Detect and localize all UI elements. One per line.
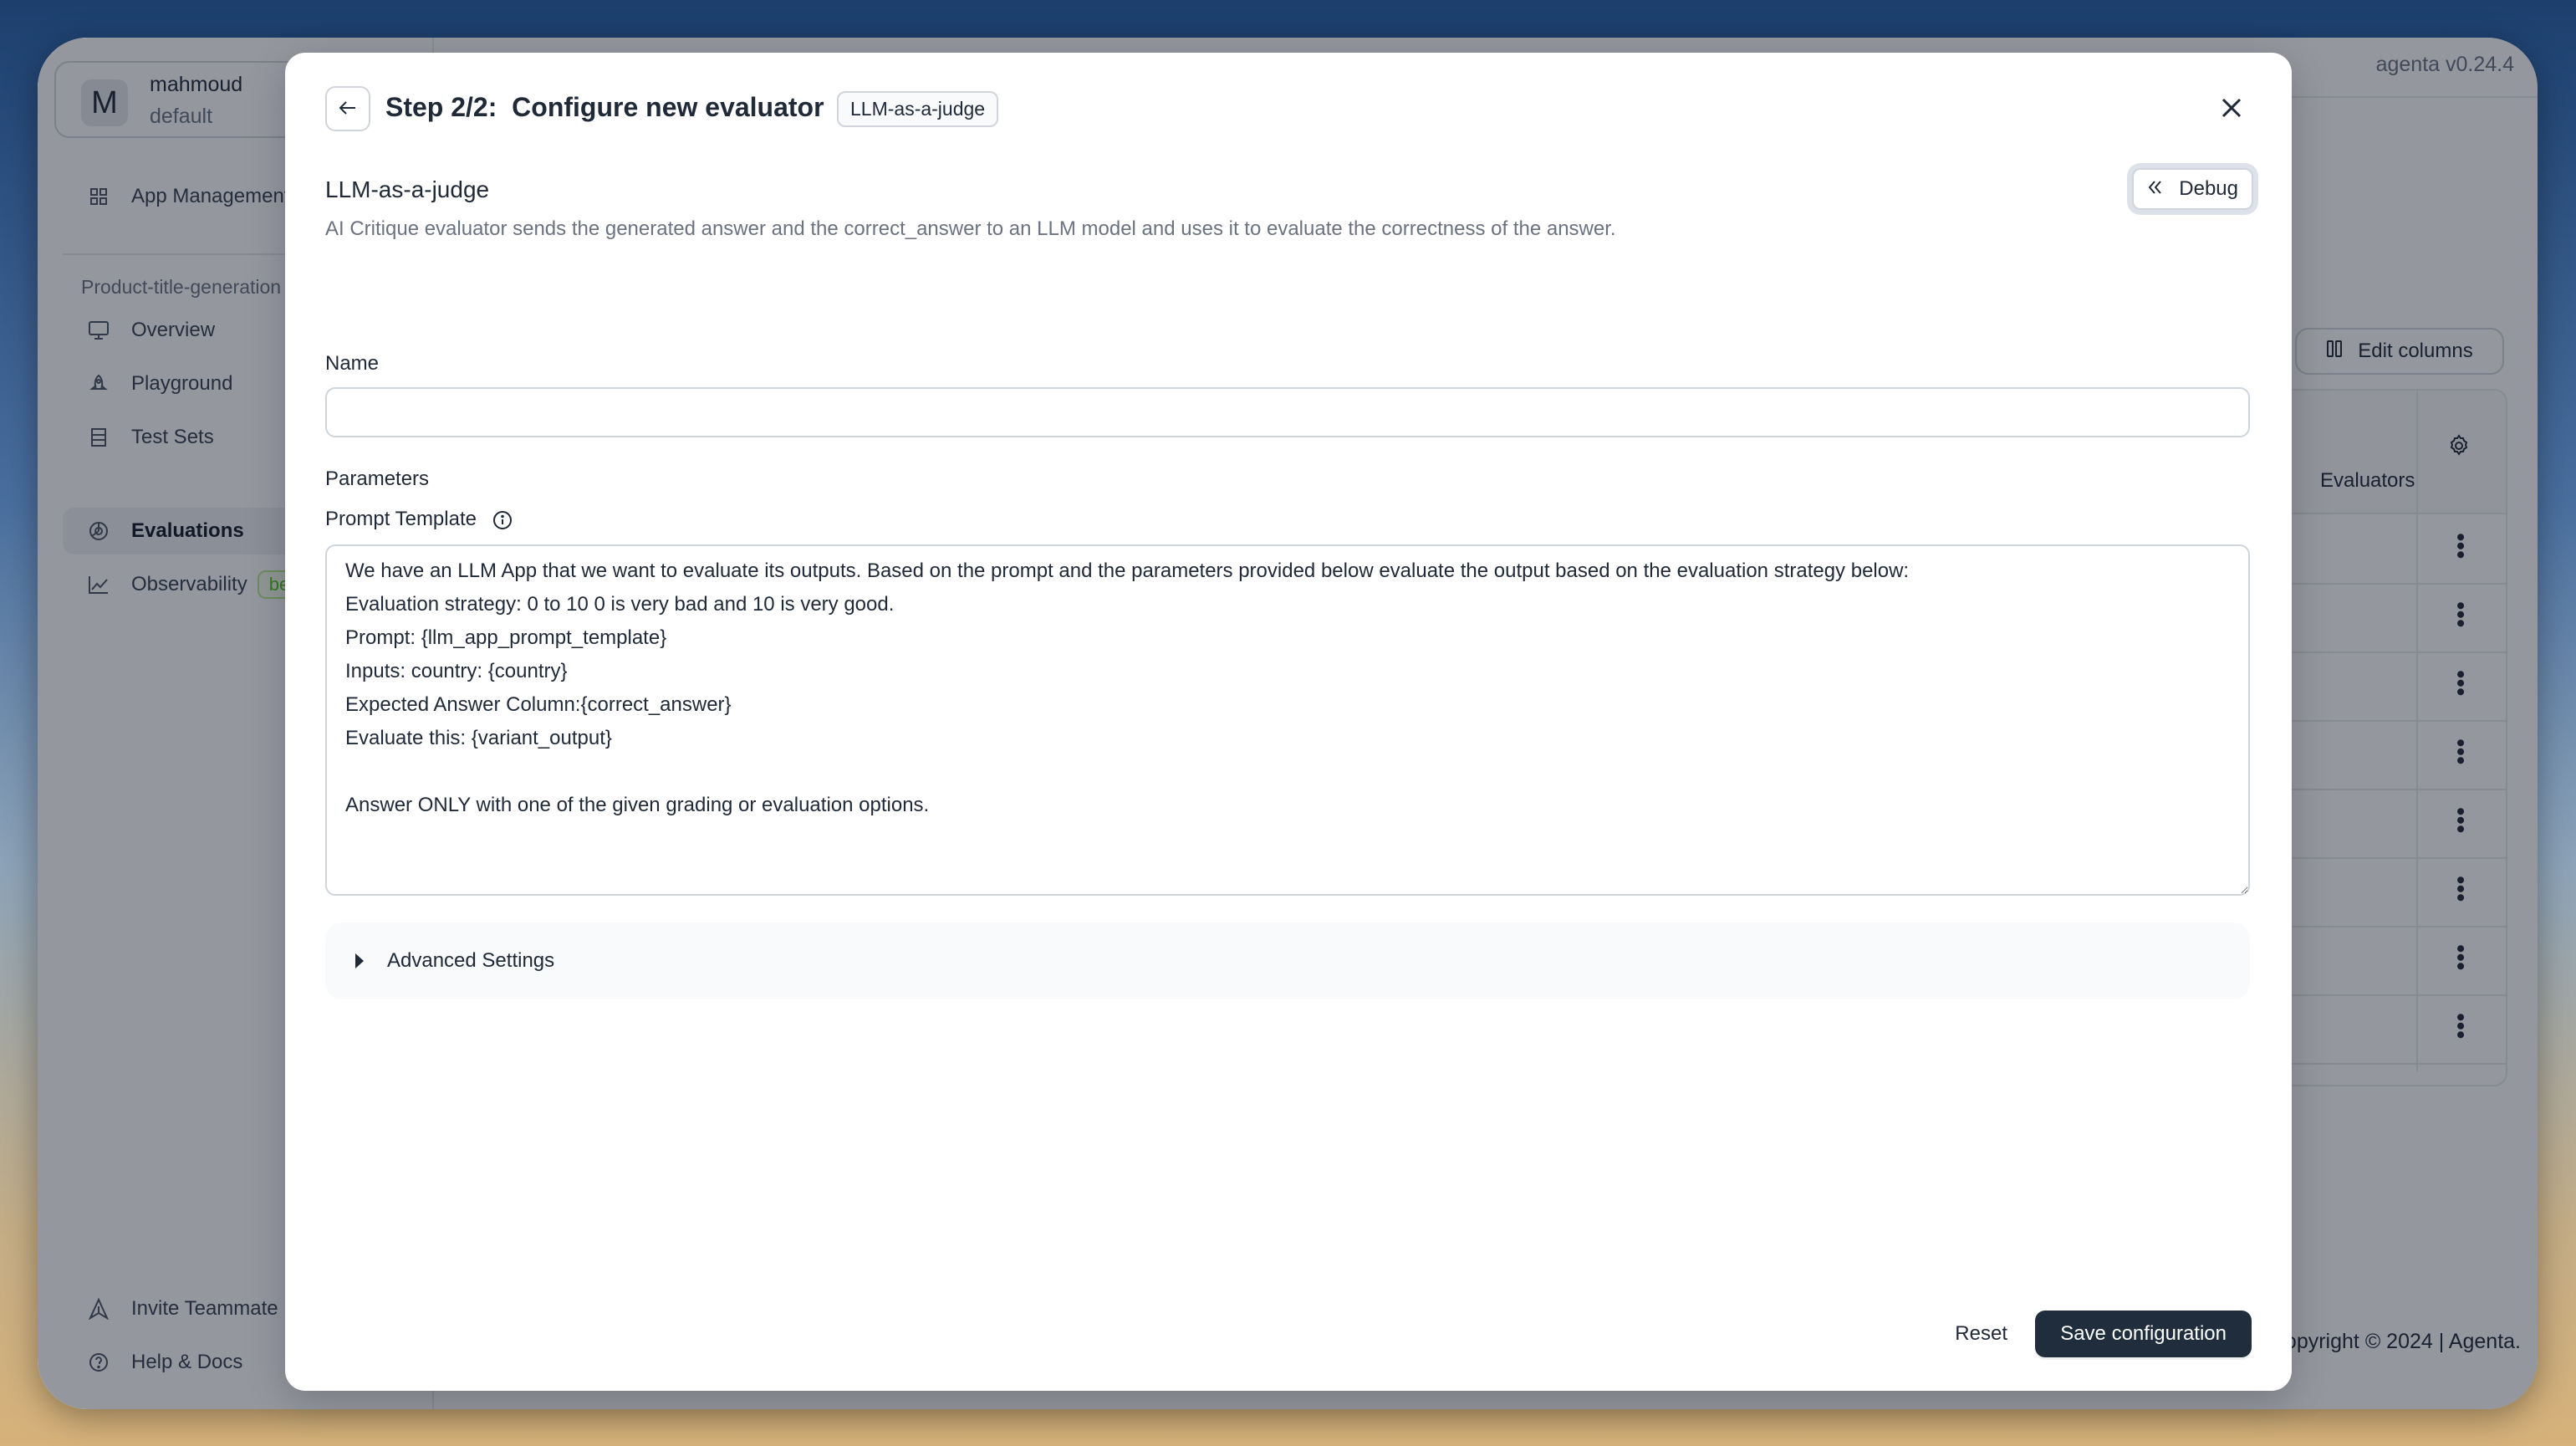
- configure-evaluator-modal: Step 2/2: Configure new evaluator LLM-as…: [285, 53, 2292, 1391]
- modal-title: Step 2/2: Configure new evaluator: [385, 92, 824, 122]
- arrow-left-icon: [339, 100, 357, 118]
- save-configuration-button[interactable]: Save configuration: [2035, 1311, 2252, 1357]
- info-icon[interactable]: [492, 510, 513, 530]
- debug-label: Debug: [2179, 177, 2238, 200]
- evaluator-description: AI Critique evaluator sends the generate…: [325, 217, 1616, 240]
- name-input[interactable]: [325, 387, 2250, 437]
- reset-button[interactable]: Reset: [1940, 1311, 2023, 1357]
- advanced-settings-label: Advanced Settings: [387, 949, 555, 972]
- parameters-heading: Parameters: [325, 468, 430, 490]
- chevrons-left-icon: [2147, 177, 2164, 201]
- close-button[interactable]: [2215, 93, 2248, 126]
- close-icon: [2221, 97, 2242, 123]
- evaluator-type-tag: LLM-as-a-judge: [837, 91, 999, 127]
- back-button[interactable]: [325, 86, 370, 131]
- prompt-template-textarea[interactable]: [325, 544, 2250, 896]
- caret-right-icon: [355, 953, 364, 968]
- name-label: Name: [325, 352, 380, 375]
- prompt-template-label: Prompt Template: [325, 508, 477, 530]
- debug-button[interactable]: Debug: [2132, 168, 2253, 210]
- advanced-settings-collapse[interactable]: Advanced Settings: [325, 922, 2250, 999]
- evaluator-name: LLM-as-a-judge: [325, 176, 490, 202]
- prompt-template-label-row: Prompt Template: [325, 508, 513, 531]
